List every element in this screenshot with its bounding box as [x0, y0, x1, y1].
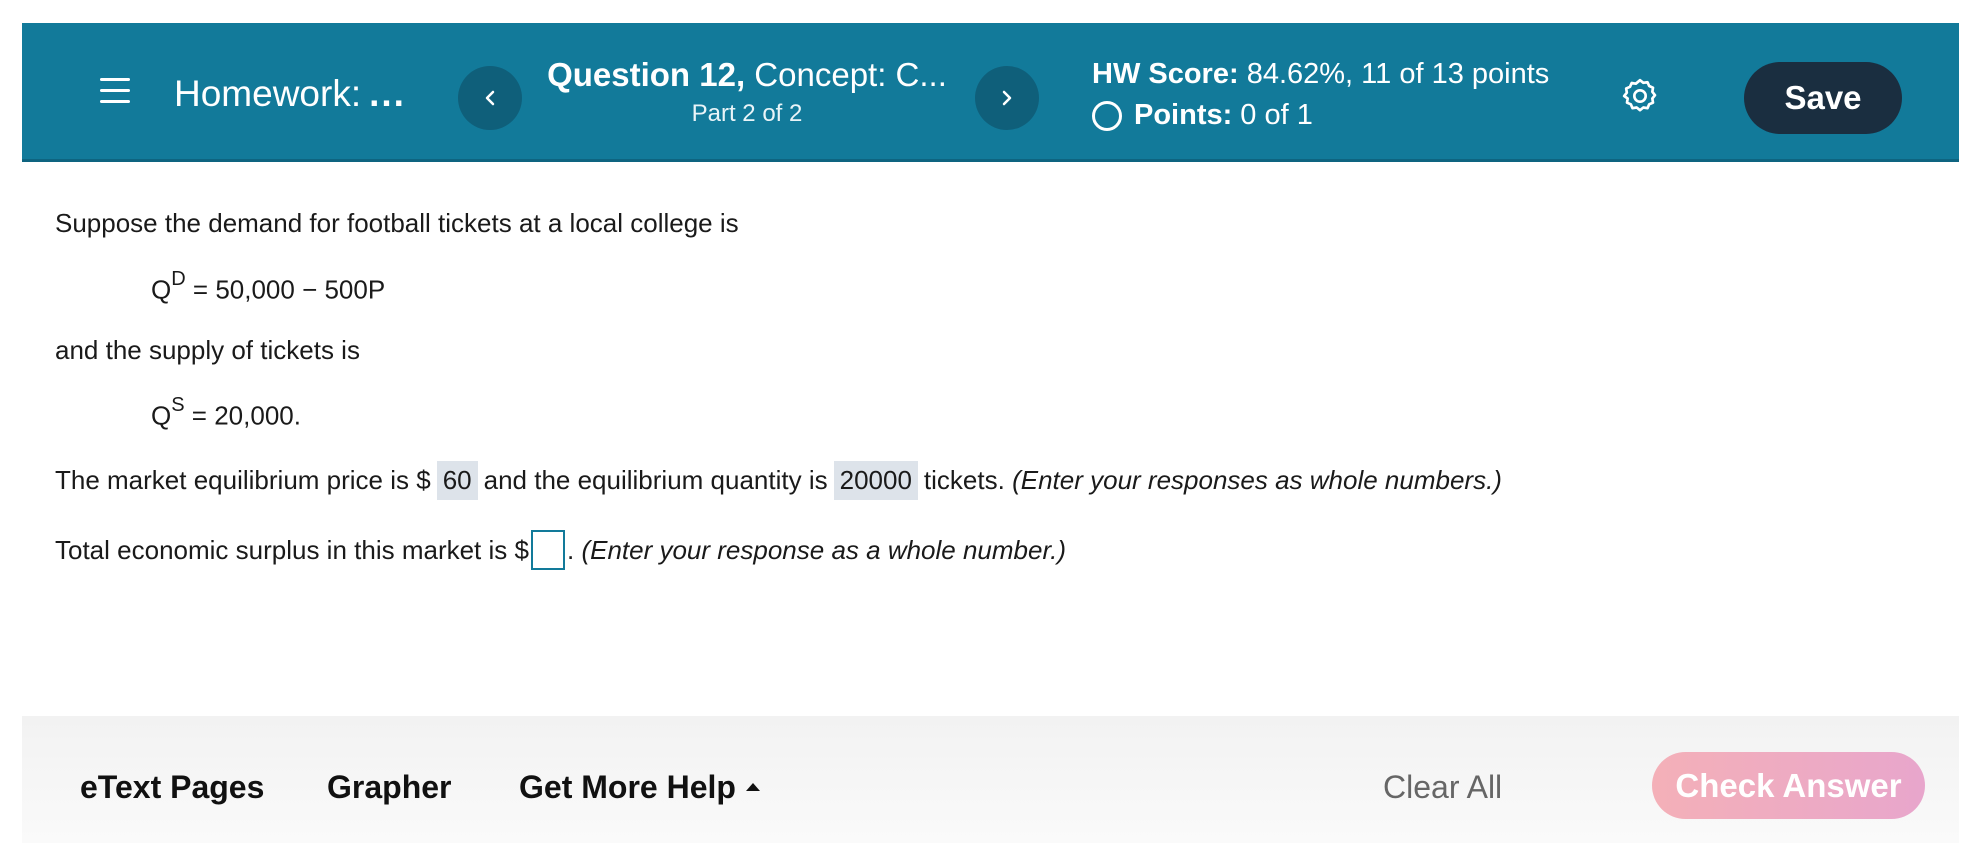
question-info: Question 12, Concept: C... Part 2 of 2 [532, 56, 962, 128]
eq-price-answer: 60 [436, 461, 478, 500]
question-number: Question 12, [547, 56, 746, 93]
homework-ellipsis: ... [369, 73, 406, 114]
hw-score-label: HW Score: [1092, 58, 1239, 90]
header-bar: Homework:... Question 12, Concept: C... … [22, 23, 1959, 162]
surplus-suffix: . [566, 534, 575, 565]
save-button[interactable]: Save [1744, 62, 1902, 134]
hamburger-menu-icon[interactable] [100, 78, 130, 104]
supply-rhs: = 20,000. [184, 400, 301, 431]
question-title: Question 12, Concept: C... [532, 56, 962, 94]
hw-score-value: 84.62%, 11 of 13 points [1238, 58, 1550, 90]
chevron-left-icon [485, 90, 495, 106]
question-concept: Concept: C... [745, 56, 947, 93]
footer-bar: eText Pages Grapher Get More Help Clear … [22, 716, 1959, 843]
check-answer-button[interactable]: Check Answer [1652, 752, 1925, 819]
surplus-input[interactable] [530, 530, 565, 570]
surplus-statement: Total economic surplus in this market is… [55, 530, 1067, 572]
gear-icon[interactable] [1620, 76, 1660, 116]
demand-equation: QD = 50,000 − 500P [151, 268, 386, 306]
app-frame: Homework:... Question 12, Concept: C... … [22, 23, 1959, 843]
previous-question-button[interactable] [458, 66, 522, 130]
points-value: 0 of 1 [1240, 99, 1313, 131]
points-label: Points: [1134, 99, 1233, 131]
eq-price-prefix: The market equilibrium price is $ [55, 465, 431, 495]
caret-up-icon [745, 782, 760, 791]
question-part: Part 2 of 2 [691, 100, 803, 127]
points-circle-icon [1092, 100, 1122, 131]
surplus-prefix: Total economic surplus in this market is… [55, 534, 529, 565]
demand-q: Q [151, 274, 172, 305]
supply-q: Q [151, 400, 172, 431]
supply-superscript: S [171, 394, 185, 416]
etext-pages-link[interactable]: eText Pages [80, 769, 264, 806]
supply-equation: QS = 20,000. [151, 394, 301, 432]
clear-all-button[interactable]: Clear All [1383, 769, 1502, 806]
score-block: HW Score: 84.62%, 11 of 13 points Points… [1092, 58, 1549, 132]
surplus-instructions: (Enter your response as a whole number.) [581, 534, 1067, 565]
eq-qty-prefix: and the equilibrium quantity is [483, 465, 828, 495]
eq-qty-suffix: tickets. [923, 465, 1005, 495]
equilibrium-statement: The market equilibrium price is $60 and t… [55, 461, 1502, 500]
homework-title[interactable]: Homework:... [174, 73, 406, 115]
chevron-right-icon [1002, 90, 1012, 106]
eq-qty-answer: 20000 [833, 461, 918, 500]
demand-superscript: D [171, 268, 186, 290]
demand-rhs: = 50,000 − 500P [185, 274, 386, 305]
next-question-button[interactable] [975, 66, 1039, 130]
get-more-help-menu[interactable]: Get More Help [519, 769, 760, 806]
eq-instructions: (Enter your responses as whole numbers.) [1012, 465, 1502, 495]
hw-score: HW Score: 84.62%, 11 of 13 points [1092, 58, 1549, 91]
supply-intro: and the supply of tickets is [55, 335, 360, 365]
homework-label: Homework: [174, 73, 362, 114]
question-intro: Suppose the demand for football tickets … [55, 208, 739, 238]
get-more-help-label: Get More Help [519, 769, 736, 805]
points-status: Points: 0 of 1 [1092, 99, 1549, 132]
grapher-link[interactable]: Grapher [327, 769, 451, 806]
